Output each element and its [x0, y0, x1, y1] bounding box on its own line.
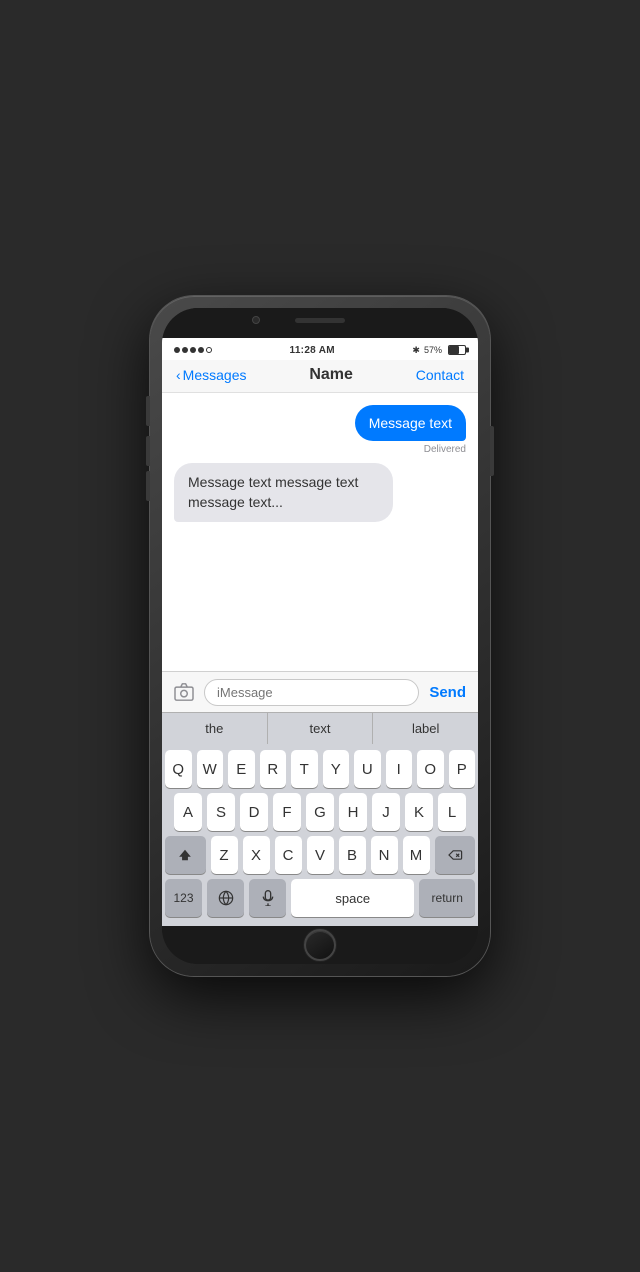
key-e[interactable]: E [228, 750, 255, 788]
key-m[interactable]: M [403, 836, 430, 874]
signal-indicators [174, 347, 212, 353]
key-t[interactable]: T [291, 750, 318, 788]
status-bar: 11:28 AM ✱ 57% [162, 338, 478, 360]
key-123[interactable]: 123 [165, 879, 202, 917]
key-n[interactable]: N [371, 836, 398, 874]
screen: 11:28 AM ✱ 57% ‹ Messages Name Contact [162, 338, 478, 926]
front-camera [252, 316, 260, 324]
key-o[interactable]: O [417, 750, 444, 788]
microphone-key[interactable] [249, 879, 286, 917]
globe-key[interactable] [207, 879, 244, 917]
message-input[interactable] [204, 679, 419, 706]
received-message-text: Message text message text message text..… [188, 474, 358, 510]
key-s[interactable]: S [207, 793, 235, 831]
input-bar: Send [162, 671, 478, 712]
keyboard-row-4: 123 [165, 879, 475, 917]
key-z[interactable]: Z [211, 836, 238, 874]
autocomplete-item-0[interactable]: the [162, 713, 268, 744]
signal-dot-3 [190, 347, 196, 353]
key-b[interactable]: B [339, 836, 366, 874]
signal-dot-4 [198, 347, 204, 353]
key-j[interactable]: J [372, 793, 400, 831]
key-c[interactable]: C [275, 836, 302, 874]
key-k[interactable]: K [405, 793, 433, 831]
camera-button[interactable] [170, 678, 198, 706]
message-row-received: Message text message text message text..… [174, 463, 466, 522]
keyboard-row-2: A S D F G H J K L [165, 793, 475, 831]
received-bubble: Message text message text message text..… [174, 463, 393, 522]
key-r[interactable]: R [260, 750, 287, 788]
key-i[interactable]: I [386, 750, 413, 788]
bluetooth-icon: ✱ [412, 345, 420, 356]
space-key[interactable]: space [291, 879, 414, 917]
return-key[interactable]: return [419, 879, 475, 917]
key-g[interactable]: G [306, 793, 334, 831]
message-row-sent: Message text Delivered [174, 405, 466, 455]
battery-icon [448, 345, 466, 355]
key-x[interactable]: X [243, 836, 270, 874]
navigation-bar: ‹ Messages Name Contact [162, 360, 478, 393]
phone-frame: 11:28 AM ✱ 57% ‹ Messages Name Contact [150, 296, 490, 976]
battery-percent: 57% [424, 345, 442, 355]
battery-fill [449, 346, 459, 354]
key-h[interactable]: H [339, 793, 367, 831]
key-q[interactable]: Q [165, 750, 192, 788]
key-p[interactable]: P [449, 750, 476, 788]
speaker [295, 318, 345, 323]
key-w[interactable]: W [197, 750, 224, 788]
autocomplete-item-1[interactable]: text [268, 713, 374, 744]
signal-dot-5 [206, 347, 212, 353]
messages-area: Message text Delivered Message text mess… [162, 393, 478, 671]
back-button[interactable]: ‹ Messages [176, 367, 246, 383]
key-f[interactable]: F [273, 793, 301, 831]
status-right: ✱ 57% [412, 345, 466, 356]
key-a[interactable]: A [174, 793, 202, 831]
back-chevron-icon: ‹ [176, 367, 181, 383]
phone-inner: 11:28 AM ✱ 57% ‹ Messages Name Contact [162, 308, 478, 964]
back-label: Messages [183, 367, 247, 383]
delete-key[interactable] [435, 836, 476, 874]
phone-top-bar [162, 308, 478, 338]
home-button[interactable] [304, 929, 336, 961]
keyboard: Q W E R T Y U I O P A S D F G [162, 744, 478, 926]
autocomplete-bar: the text label [162, 712, 478, 744]
signal-dot-1 [174, 347, 180, 353]
keyboard-row-1: Q W E R T Y U I O P [165, 750, 475, 788]
key-l[interactable]: L [438, 793, 466, 831]
home-button-area [162, 926, 478, 964]
shift-key[interactable] [165, 836, 206, 874]
signal-dot-2 [182, 347, 188, 353]
key-u[interactable]: U [354, 750, 381, 788]
conversation-title: Name [309, 366, 353, 384]
keyboard-row-3: Z X C V B N M [165, 836, 475, 874]
key-y[interactable]: Y [323, 750, 350, 788]
status-time: 11:28 AM [290, 345, 335, 356]
key-d[interactable]: D [240, 793, 268, 831]
key-v[interactable]: V [307, 836, 334, 874]
autocomplete-item-2[interactable]: label [373, 713, 478, 744]
delivered-status: Delivered [424, 444, 466, 455]
sent-message-text: Message text [369, 415, 452, 431]
send-button[interactable]: Send [425, 684, 470, 701]
sent-bubble: Message text [355, 405, 466, 441]
contact-button[interactable]: Contact [416, 367, 464, 383]
